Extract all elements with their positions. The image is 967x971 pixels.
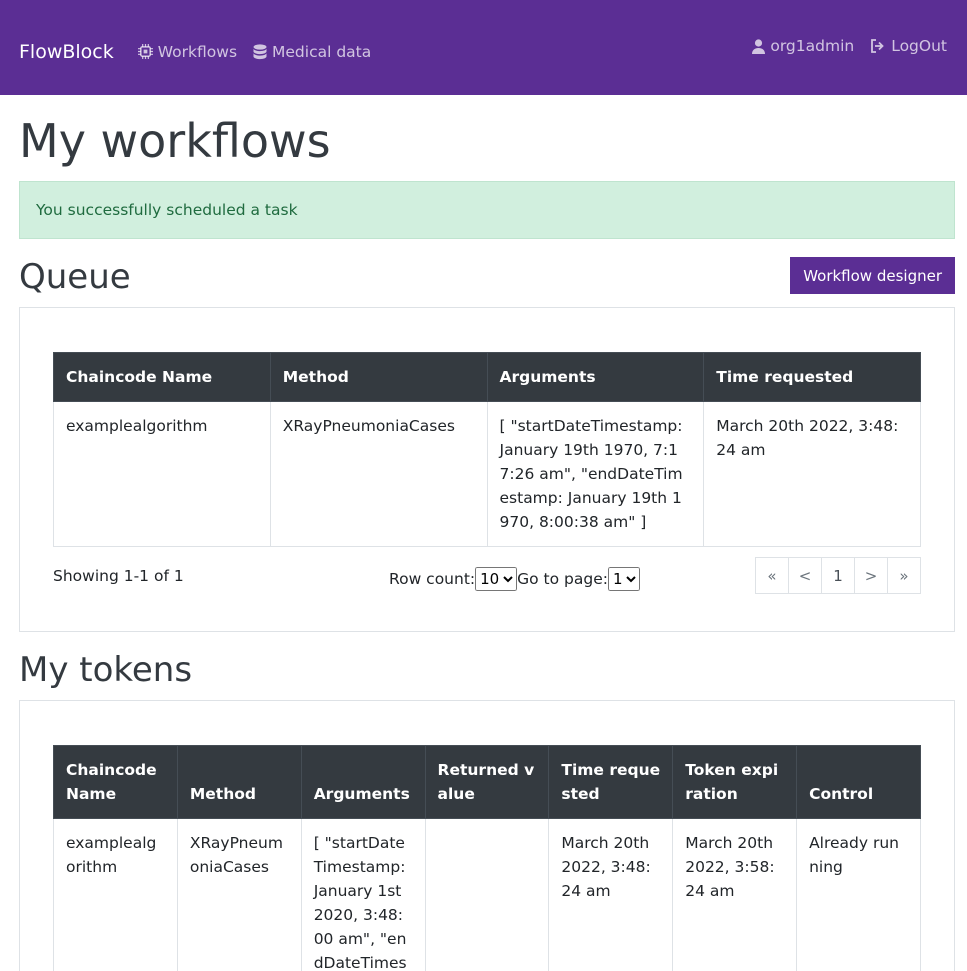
nav-medical-data[interactable]: Medical data [253, 43, 371, 61]
nav-right: org1admin LogOut [752, 37, 947, 55]
tokens-cell-returned-value [424, 818, 550, 971]
row-count-select[interactable]: 10 [475, 567, 518, 591]
database-icon [253, 43, 267, 59]
main-content: My workflows You successfully scheduled … [0, 114, 967, 971]
queue-cell-chaincode: examplealgorithm [53, 401, 271, 547]
tokens-cell-time-requested: March 20th 2022, 3:48:24 am [548, 818, 674, 971]
tokens-col-token-expiration: Token expiration [672, 745, 798, 819]
queue-cell-time-requested: March 20th 2022, 3:48:24 am [703, 401, 921, 547]
nav-user[interactable]: org1admin [752, 37, 854, 55]
table-row: examplealgorithm XRayPneumoniaCases [ "s… [53, 401, 921, 547]
tokens-cell-chaincode: examplealgorithm [53, 818, 178, 971]
brand-logo[interactable]: FlowBlock [19, 41, 114, 63]
success-alert: You successfully scheduled a task [19, 181, 955, 239]
nav-workflows[interactable]: Workflows [137, 42, 238, 61]
page-prev-button[interactable]: < [788, 557, 822, 594]
page-next-button[interactable]: > [854, 557, 888, 594]
page-title: My workflows [19, 114, 331, 168]
page-1-button[interactable]: 1 [821, 557, 855, 594]
tokens-cell-arguments: [ "startDateTimestamp: January 1st 2020,… [300, 818, 426, 971]
tokens-col-method: Method [176, 745, 302, 819]
queue-title: Queue [19, 257, 131, 297]
go-to-page-label: Go to page: [517, 570, 608, 588]
sign-out-icon [871, 39, 884, 53]
tokens-col-arguments: Arguments [300, 745, 426, 819]
queue-header-row: Chaincode Name Method Arguments Time req… [53, 352, 921, 402]
tokens-col-time-requested: Time requested [548, 745, 674, 819]
page-first-button[interactable]: « [755, 557, 789, 594]
nav-workflows-label: Workflows [157, 42, 238, 61]
tokens-col-chaincode: Chaincode Name [53, 745, 178, 819]
nav-medical-data-label: Medical data [272, 42, 372, 61]
tokens-table: Chaincode Name Method Arguments Returned… [53, 745, 921, 971]
go-to-page-select[interactable]: 1 [607, 567, 640, 591]
tokens-title: My tokens [19, 650, 193, 690]
queue-col-time-requested: Time requested [703, 352, 921, 402]
tokens-col-control: Control [796, 745, 921, 819]
queue-col-method: Method [269, 352, 488, 402]
tokens-header-row: Chaincode Name Method Arguments Returned… [53, 745, 921, 819]
nav-user-label: org1admin [770, 37, 855, 55]
queue-header: Queue Workflow designer [19, 255, 955, 307]
tokens-col-returned-value: Returned value [424, 745, 550, 819]
queue-col-arguments: Arguments [486, 352, 705, 402]
page-last-button[interactable]: » [887, 557, 921, 594]
queue-cell-method: XRayPneumoniaCases [269, 401, 488, 547]
queue-table: Chaincode Name Method Arguments Time req… [53, 352, 921, 547]
chip-icon [137, 44, 153, 59]
workflow-designer-button[interactable]: Workflow designer [790, 257, 955, 294]
table-row: examplealgorithm XRayPneumoniaCases [ "s… [53, 818, 921, 971]
queue-card: Chaincode Name Method Arguments Time req… [19, 307, 955, 632]
showing-count: Showing 1-1 of 1 [53, 567, 184, 585]
user-icon [752, 38, 766, 54]
tokens-cell-control[interactable]: Already running [796, 818, 921, 971]
nav-logout-label: LogOut [891, 37, 947, 55]
queue-cell-arguments: [ "startDateTimestamp: January 19th 1970… [486, 401, 705, 547]
nav-logout[interactable]: LogOut [870, 37, 947, 55]
tokens-cell-method: XRayPneumoniaCases [176, 818, 302, 971]
tokens-card: Chaincode Name Method Arguments Returned… [19, 700, 955, 971]
pager-controls: Row count: 10 Go to page: 1 [389, 567, 640, 591]
queue-col-chaincode: Chaincode Name [53, 352, 271, 402]
tokens-cell-token-expiration: March 20th 2022, 3:58:24 am [672, 818, 798, 971]
navbar: FlowBlock Workflows Medical data org1adm… [0, 0, 967, 95]
row-count-label: Row count: [389, 570, 476, 588]
queue-pager: Showing 1-1 of 1 Row count: 10 Go to pag… [53, 557, 921, 594]
pagination: « < 1 > » [755, 557, 921, 594]
